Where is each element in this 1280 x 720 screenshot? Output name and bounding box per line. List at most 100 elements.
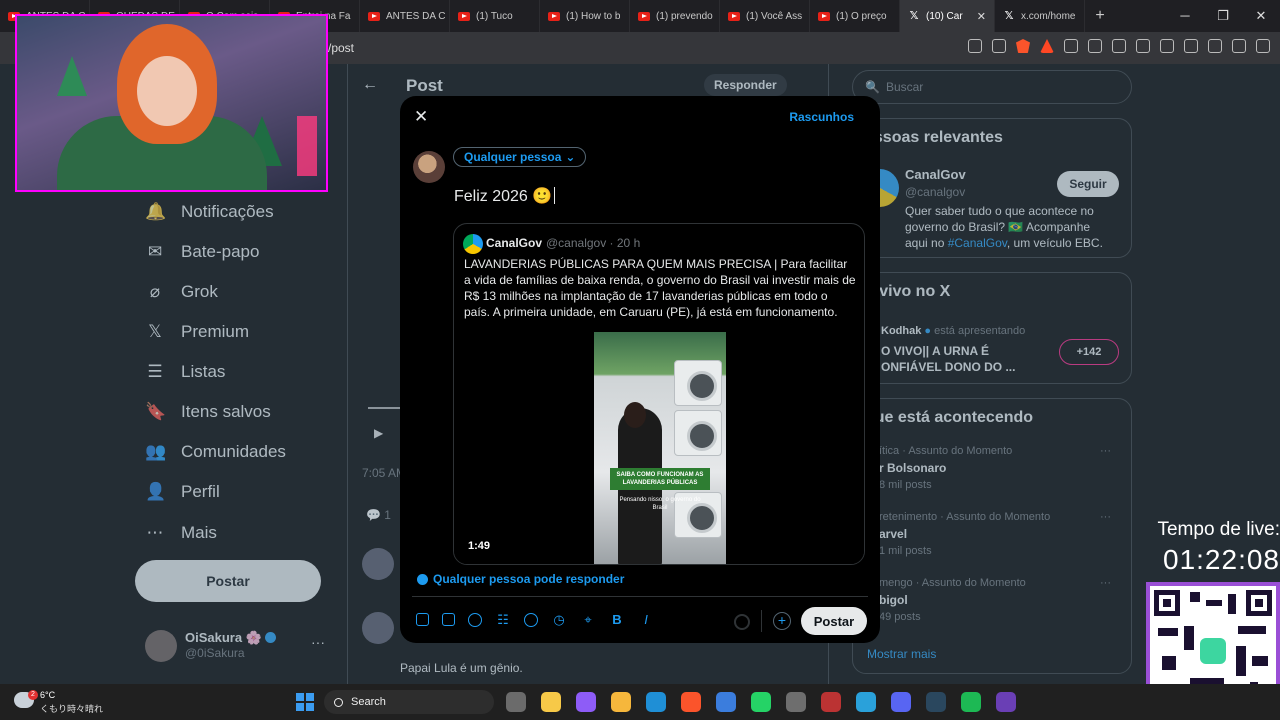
taskbar-app-icon[interactable] bbox=[821, 692, 841, 712]
close-icon[interactable]: ✕ bbox=[977, 10, 986, 23]
qr-module bbox=[1206, 600, 1222, 606]
maximize-icon[interactable]: ❐ bbox=[1204, 8, 1242, 24]
youtube-icon bbox=[638, 11, 650, 21]
windows-start-icon[interactable] bbox=[296, 693, 314, 711]
italic-icon[interactable]: I bbox=[638, 612, 654, 628]
taskbar-app-icon[interactable] bbox=[646, 692, 666, 712]
browser-tab[interactable]: (1) prevendo bbox=[630, 0, 720, 32]
taskbar-app-icon[interactable] bbox=[716, 692, 736, 712]
compose-textarea[interactable]: Feliz 2026 🙂 bbox=[454, 186, 556, 206]
search-icon bbox=[334, 697, 343, 707]
drafts-button[interactable]: Rascunhos bbox=[789, 110, 854, 124]
bold-icon[interactable]: B bbox=[609, 612, 625, 628]
schedule-icon[interactable]: ◷ bbox=[551, 612, 567, 628]
youtube-icon bbox=[728, 11, 740, 21]
music-icon[interactable] bbox=[1136, 39, 1150, 53]
poll-icon[interactable]: ☷ bbox=[495, 612, 511, 628]
taskbar-app-icon[interactable] bbox=[786, 692, 806, 712]
notification-badge: 2 bbox=[28, 690, 38, 700]
qr-module bbox=[1236, 646, 1246, 676]
audience-selector[interactable]: Qualquer pessoa ⌄ bbox=[453, 147, 587, 167]
avatar bbox=[463, 234, 483, 254]
taskbar-app-icon[interactable] bbox=[541, 692, 561, 712]
grok-icon[interactable] bbox=[468, 613, 482, 627]
image-icon[interactable] bbox=[416, 613, 429, 626]
add-post-icon[interactable]: + bbox=[773, 612, 791, 630]
browser-tab[interactable]: ANTES DA C bbox=[360, 0, 450, 32]
qr-module bbox=[1252, 656, 1268, 666]
reply-setting[interactable]: Qualquer pessoa pode responder bbox=[417, 572, 624, 586]
compose-modal: ✕ Rascunhos Qualquer pessoa ⌄ Feliz 2026 … bbox=[400, 96, 880, 643]
qr-module bbox=[1162, 656, 1176, 670]
video-duration: 1:49 bbox=[468, 540, 491, 552]
x-logo-icon: 𝕏 bbox=[909, 10, 919, 22]
close-window-icon[interactable]: ✕ bbox=[1242, 8, 1280, 24]
washer-graphic bbox=[674, 410, 722, 456]
browser-tab[interactable]: (1) O preço bbox=[810, 0, 900, 32]
taskbar-app-icon[interactable] bbox=[681, 692, 701, 712]
vpn-icon[interactable] bbox=[1232, 39, 1246, 53]
washer-graphic bbox=[674, 360, 722, 406]
taskbar-app-icon[interactable] bbox=[961, 692, 981, 712]
brave-rewards-icon[interactable] bbox=[1040, 39, 1054, 53]
youtube-icon bbox=[458, 11, 470, 21]
weather-widget[interactable]: 2 6°C くもり時々晴れ bbox=[14, 690, 124, 716]
share-icon[interactable] bbox=[992, 39, 1006, 53]
taskbar-search[interactable]: Search bbox=[324, 690, 494, 714]
leo-icon[interactable] bbox=[1208, 39, 1222, 53]
christmas-tree-graphic bbox=[57, 56, 87, 96]
live-timer: Tempo de live: 01:22:08 bbox=[1148, 518, 1280, 578]
browser-tab[interactable]: 𝕏x.com/home bbox=[995, 0, 1085, 32]
qr-module bbox=[1158, 628, 1178, 636]
taskbar-app-icon[interactable] bbox=[856, 692, 876, 712]
quoted-video[interactable]: SAIBA COMO FUNCIONAM AS LAVANDERIAS PÚBL… bbox=[454, 326, 864, 564]
wallet-icon[interactable] bbox=[1184, 39, 1198, 53]
browser-tab[interactable]: (1) How to b bbox=[540, 0, 630, 32]
youtube-icon bbox=[368, 11, 380, 21]
avatar bbox=[413, 151, 445, 183]
address-bar-url[interactable]: /post bbox=[328, 41, 354, 55]
reader-icon[interactable] bbox=[1112, 39, 1126, 53]
minimize-icon[interactable]: ─ bbox=[1166, 8, 1204, 24]
close-icon[interactable]: ✕ bbox=[414, 107, 428, 127]
cast-icon[interactable] bbox=[968, 39, 982, 53]
taskbar-app-icon[interactable] bbox=[576, 692, 596, 712]
webcam-overlay bbox=[15, 14, 328, 192]
qr-module bbox=[1190, 592, 1200, 602]
taskbar-app-icon[interactable] bbox=[891, 692, 911, 712]
qr-finder bbox=[1154, 590, 1180, 616]
taskbar-app-icon[interactable] bbox=[506, 692, 526, 712]
quoted-post-text: LAVANDERIAS PÚBLICAS PARA QUEM MAIS PREC… bbox=[464, 257, 856, 319]
emoji-icon[interactable] bbox=[524, 613, 538, 627]
text-cursor bbox=[554, 187, 556, 204]
taskbar-app-icon[interactable] bbox=[611, 692, 631, 712]
menu-icon[interactable] bbox=[1256, 39, 1270, 53]
browser-tab[interactable]: (1) Tuco bbox=[450, 0, 540, 32]
taskbar-app-icon[interactable] bbox=[926, 692, 946, 712]
quoted-author-name: CanalGov bbox=[486, 236, 543, 250]
weather-description: くもり時々晴れ bbox=[40, 704, 104, 714]
brave-shield-icon[interactable] bbox=[1016, 39, 1030, 53]
qr-logo-icon bbox=[1200, 638, 1226, 664]
qr-module bbox=[1238, 626, 1266, 634]
timer-value: 01:22:08 bbox=[1163, 544, 1280, 575]
location-icon[interactable]: ⌖ bbox=[580, 612, 596, 628]
compose-toolbar: ☷ ◷ ⌖ B I bbox=[416, 612, 654, 628]
quoted-author-meta: @canalgov · 20 h bbox=[546, 236, 641, 250]
timer-label: Tempo de live: bbox=[1157, 519, 1280, 540]
youtube-icon bbox=[548, 11, 560, 21]
qr-module bbox=[1228, 594, 1236, 614]
x-logo-icon: 𝕏 bbox=[1004, 10, 1014, 22]
browser-tab-active[interactable]: 𝕏 (10) Car ✕ bbox=[900, 0, 995, 32]
submit-post-button[interactable]: Postar bbox=[801, 607, 867, 635]
taskbar-app-icon[interactable] bbox=[751, 692, 771, 712]
sidebar-icon[interactable] bbox=[1160, 39, 1174, 53]
chevron-down-icon: ⌄ bbox=[565, 150, 576, 164]
new-tab-icon[interactable]: + bbox=[1085, 7, 1115, 25]
quoted-post[interactable]: CanalGov @canalgov · 20 h LAVANDERIAS PÚ… bbox=[453, 223, 865, 565]
taskbar-app-icon[interactable] bbox=[996, 692, 1016, 712]
browser-tab[interactable]: (1) Você Ass bbox=[720, 0, 810, 32]
translate-icon[interactable] bbox=[1064, 39, 1078, 53]
extensions-icon[interactable] bbox=[1088, 39, 1102, 53]
gif-icon[interactable] bbox=[442, 613, 455, 626]
